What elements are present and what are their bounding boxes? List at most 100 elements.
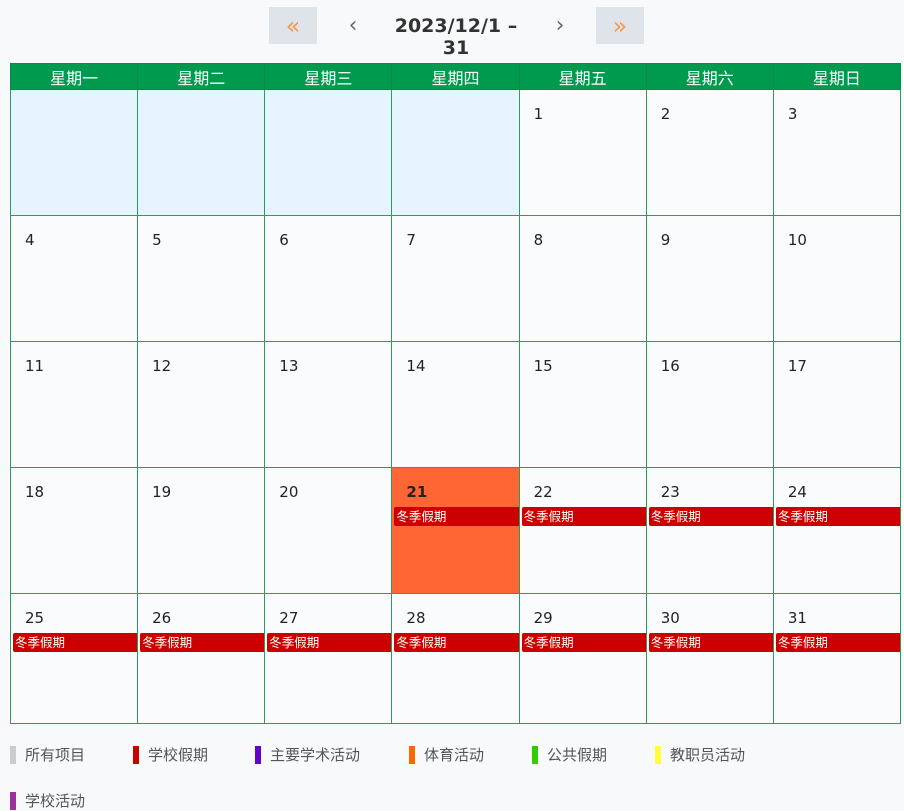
day-cell[interactable]: 24 冬季假期 xyxy=(772,467,902,594)
day-number: 7 xyxy=(406,231,416,249)
day-number: 13 xyxy=(279,357,299,375)
day-number: 20 xyxy=(279,483,299,501)
event-winter-holiday[interactable]: 冬季假期 xyxy=(521,633,646,652)
legend-label: 教职员活动 xyxy=(670,746,746,764)
day-cell[interactable]: 22 冬季假期 xyxy=(518,467,647,594)
day-number: 31 xyxy=(787,609,807,627)
day-number: 5 xyxy=(152,231,162,249)
weekday-header: 星期五 xyxy=(518,63,647,90)
legend-item[interactable]: 主要学术活动 xyxy=(255,744,360,765)
month-navigation: « ‹ 2023/12/1 – 31 › » xyxy=(0,0,904,59)
day-number: 2 xyxy=(660,105,671,123)
legend-label: 学校假期 xyxy=(148,746,209,764)
empty-day-cell xyxy=(137,89,266,216)
legend-item[interactable]: 学校假期 xyxy=(133,744,208,765)
day-cell[interactable]: 14 xyxy=(391,341,520,468)
day-number: 12 xyxy=(152,357,172,375)
day-number: 27 xyxy=(279,609,299,627)
legend-label: 所有项目 xyxy=(25,746,86,764)
chevron-right-icon: › xyxy=(555,13,565,38)
weekday-header: 星期一 xyxy=(9,63,139,90)
day-cell[interactable]: 30 冬季假期 xyxy=(645,593,774,724)
day-cell[interactable]: 9 xyxy=(645,215,774,342)
legend-swatch xyxy=(10,791,16,810)
day-cell[interactable]: 29 冬季假期 xyxy=(518,593,647,724)
day-cell[interactable]: 15 xyxy=(518,341,647,468)
day-cell[interactable]: 28 冬季假期 xyxy=(391,593,520,724)
event-winter-holiday[interactable]: 冬季假期 xyxy=(267,633,392,652)
day-number: 14 xyxy=(406,357,426,375)
day-number: 22 xyxy=(533,483,553,501)
legend-item[interactable]: 体育活动 xyxy=(409,744,484,765)
day-cell[interactable]: 25 冬季假期 xyxy=(9,593,139,724)
day-cell[interactable]: 11 xyxy=(9,341,139,468)
day-cell[interactable]: 10 xyxy=(772,215,902,342)
event-winter-holiday[interactable]: 冬季假期 xyxy=(13,633,138,652)
day-cell[interactable]: 31 冬季假期 xyxy=(772,593,902,724)
day-cell[interactable]: 3 xyxy=(772,89,902,216)
weekday-header: 星期六 xyxy=(645,63,774,90)
next-year-button[interactable]: » xyxy=(596,7,644,44)
day-number: 3 xyxy=(787,105,798,123)
day-cell[interactable]: 23 冬季假期 xyxy=(645,467,774,594)
day-cell[interactable]: 1 xyxy=(518,89,647,216)
event-winter-holiday[interactable]: 冬季假期 xyxy=(521,507,646,526)
day-cell[interactable]: 13 xyxy=(264,341,393,468)
day-cell[interactable]: 18 xyxy=(9,467,139,594)
day-number: 8 xyxy=(533,231,544,249)
week-row: 18 19 20 21 冬季假期 22 冬季假期 23 冬季假期 24 冬季假期 xyxy=(9,467,902,594)
event-winter-holiday[interactable]: 冬季假期 xyxy=(394,507,519,526)
double-chevron-left-icon: « xyxy=(285,11,301,40)
day-cell[interactable]: 2 xyxy=(645,89,774,216)
legend-swatch xyxy=(655,745,661,764)
day-cell[interactable]: 16 xyxy=(645,341,774,468)
day-cell[interactable]: 12 xyxy=(137,341,266,468)
weekday-header: 星期四 xyxy=(391,63,520,90)
double-chevron-right-icon: » xyxy=(612,11,628,40)
legend-swatch xyxy=(255,745,261,764)
day-number: 24 xyxy=(787,483,807,501)
day-cell[interactable]: 26 冬季假期 xyxy=(137,593,266,724)
day-cell[interactable]: 8 xyxy=(518,215,647,342)
event-winter-holiday[interactable]: 冬季假期 xyxy=(648,507,773,526)
day-cell[interactable]: 20 xyxy=(264,467,393,594)
day-cell[interactable]: 21 冬季假期 xyxy=(391,467,520,594)
event-winter-holiday[interactable]: 冬季假期 xyxy=(140,633,265,652)
event-winter-holiday[interactable]: 冬季假期 xyxy=(394,633,519,652)
day-number: 9 xyxy=(660,231,671,249)
legend-item[interactable]: 教职员活动 xyxy=(655,744,745,765)
day-cell[interactable]: 4 xyxy=(9,215,139,342)
legend-item[interactable]: 学校活动 xyxy=(10,790,85,811)
prev-year-button[interactable]: « xyxy=(269,7,317,44)
event-winter-holiday[interactable]: 冬季假期 xyxy=(648,633,773,652)
day-cell[interactable]: 19 xyxy=(137,467,266,594)
month-title: 2023/12/1 – 31 xyxy=(394,15,518,59)
legend-item[interactable]: 所有项目 xyxy=(10,744,85,765)
prev-month-button[interactable]: ‹ xyxy=(338,7,368,44)
day-number: 25 xyxy=(25,609,45,627)
day-cell[interactable]: 17 xyxy=(772,341,902,468)
legend-item[interactable]: 公共假期 xyxy=(532,744,607,765)
event-winter-holiday[interactable]: 冬季假期 xyxy=(775,507,900,526)
day-number: 30 xyxy=(660,609,680,627)
chevron-left-icon: ‹ xyxy=(348,13,358,38)
day-number: 4 xyxy=(25,231,35,249)
week-row: 4 5 6 7 8 9 10 xyxy=(9,215,902,342)
legend-swatch xyxy=(532,745,538,764)
week-row: 1 2 3 xyxy=(9,89,902,216)
legend-swatch xyxy=(10,745,16,764)
legend-swatch xyxy=(133,745,139,764)
day-cell[interactable]: 27 冬季假期 xyxy=(264,593,393,724)
day-number: 6 xyxy=(279,231,289,249)
day-cell[interactable]: 7 xyxy=(391,215,520,342)
legend-label: 主要学术活动 xyxy=(270,746,361,764)
day-cell[interactable]: 5 xyxy=(137,215,266,342)
day-number: 18 xyxy=(25,483,45,501)
weekday-header-row: 星期一 星期二 星期三 星期四 星期五 星期六 星期日 xyxy=(9,63,902,90)
day-number: 21 xyxy=(406,483,428,501)
empty-day-cell xyxy=(391,89,520,216)
next-month-button[interactable]: › xyxy=(545,7,575,44)
event-winter-holiday[interactable]: 冬季假期 xyxy=(775,633,900,652)
day-cell[interactable]: 6 xyxy=(264,215,393,342)
empty-day-cell xyxy=(264,89,393,216)
